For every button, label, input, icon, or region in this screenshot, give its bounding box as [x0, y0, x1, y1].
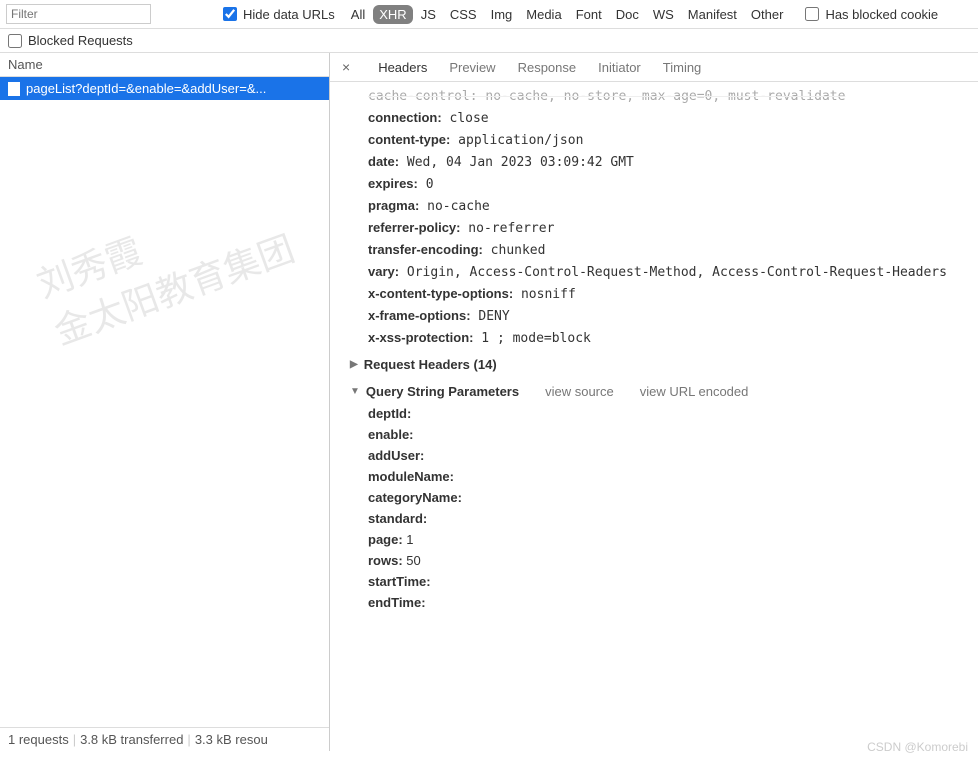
status-resources: 3.3 kB resou: [195, 732, 268, 747]
header-row: vary: Origin, Access-Control-Request-Met…: [350, 261, 968, 283]
csdn-watermark: CSDN @Komorebi: [867, 740, 968, 754]
request-row[interactable]: pageList?deptId=&enable=&addUser=&...: [0, 77, 329, 100]
tab-timing[interactable]: Timing: [661, 54, 704, 81]
has-blocked-cookies-label: Has blocked cookie: [825, 7, 938, 22]
filter-all[interactable]: All: [345, 5, 371, 24]
query-param-row: deptId:: [350, 403, 968, 424]
header-row-cut: cache-control: no-cache, no-store, max-a…: [350, 86, 968, 107]
toolbar-row2: Blocked Requests: [0, 29, 978, 53]
filter-img[interactable]: Img: [485, 5, 519, 24]
filter-media[interactable]: Media: [520, 5, 567, 24]
query-param-row: categoryName:: [350, 487, 968, 508]
hide-data-urls-checkbox[interactable]: [223, 7, 237, 21]
query-param-row: standard:: [350, 508, 968, 529]
header-row: x-content-type-options: nosniff: [350, 283, 968, 305]
filter-other[interactable]: Other: [745, 5, 790, 24]
document-icon: [8, 82, 20, 96]
close-icon[interactable]: ×: [334, 53, 358, 81]
status-bar: 1 requests | 3.8 kB transferred | 3.3 kB…: [0, 727, 329, 751]
query-param-row: enable:: [350, 424, 968, 445]
blocked-requests-checkbox[interactable]: [8, 34, 22, 48]
column-header-name[interactable]: Name: [0, 53, 329, 77]
filter-ws[interactable]: WS: [647, 5, 680, 24]
status-transferred: 3.8 kB transferred: [80, 732, 183, 747]
query-param-row: rows: 50: [350, 550, 968, 571]
query-param-row: endTime:: [350, 592, 968, 613]
section-query-params[interactable]: ▼ Query String Parameters view source vi…: [350, 376, 968, 403]
triangle-right-icon: ▶: [350, 359, 358, 370]
request-name: pageList?deptId=&enable=&addUser=&...: [26, 81, 266, 96]
header-row: x-xss-protection: 1 ; mode=block: [350, 327, 968, 349]
query-param-row: page: 1: [350, 529, 968, 550]
triangle-down-icon: ▼: [350, 386, 360, 397]
filter-doc[interactable]: Doc: [610, 5, 645, 24]
details-panel: × Headers Preview Response Initiator Tim…: [330, 53, 978, 751]
section-request-headers[interactable]: ▶ Request Headers (14): [350, 349, 968, 376]
filter-xhr[interactable]: XHR: [373, 5, 412, 24]
filter-manifest[interactable]: Manifest: [682, 5, 743, 24]
tab-initiator[interactable]: Initiator: [596, 54, 643, 81]
watermark: 刘秀霞 金太阳教育集团: [30, 177, 301, 358]
has-blocked-cookies-checkbox[interactable]: [805, 7, 819, 21]
toolbar: Hide data URLs AllXHRJSCSSImgMediaFontDo…: [0, 0, 978, 29]
tab-preview[interactable]: Preview: [447, 54, 497, 81]
header-row: transfer-encoding: chunked: [350, 239, 968, 261]
hide-data-urls-label: Hide data URLs: [243, 7, 335, 22]
type-filters: AllXHRJSCSSImgMediaFontDocWSManifestOthe…: [345, 5, 790, 24]
request-list-panel: Name pageList?deptId=&enable=&addUser=&.…: [0, 53, 330, 751]
blocked-requests-label: Blocked Requests: [28, 33, 133, 48]
header-row: pragma: no-cache: [350, 195, 968, 217]
filter-js[interactable]: JS: [415, 5, 442, 24]
headers-detail: cache-control: no-cache, no-store, max-a…: [330, 82, 978, 751]
query-param-row: startTime:: [350, 571, 968, 592]
detail-tabs: × Headers Preview Response Initiator Tim…: [330, 53, 978, 82]
header-row: referrer-policy: no-referrer: [350, 217, 968, 239]
view-source-link[interactable]: view source: [545, 384, 614, 399]
tab-response[interactable]: Response: [516, 54, 579, 81]
request-list: pageList?deptId=&enable=&addUser=&... 刘秀…: [0, 77, 329, 727]
header-row: connection: close: [350, 107, 968, 129]
tab-headers[interactable]: Headers: [376, 54, 429, 81]
header-row: content-type: application/json: [350, 129, 968, 151]
main-split: Name pageList?deptId=&enable=&addUser=&.…: [0, 53, 978, 751]
filter-input[interactable]: [6, 4, 151, 24]
header-row: x-frame-options: DENY: [350, 305, 968, 327]
filter-font[interactable]: Font: [570, 5, 608, 24]
header-row: date: Wed, 04 Jan 2023 03:09:42 GMT: [350, 151, 968, 173]
header-row: expires: 0: [350, 173, 968, 195]
filter-css[interactable]: CSS: [444, 5, 483, 24]
view-url-encoded-link[interactable]: view URL encoded: [640, 384, 749, 399]
status-requests: 1 requests: [8, 732, 69, 747]
query-param-row: addUser:: [350, 445, 968, 466]
query-param-row: moduleName:: [350, 466, 968, 487]
